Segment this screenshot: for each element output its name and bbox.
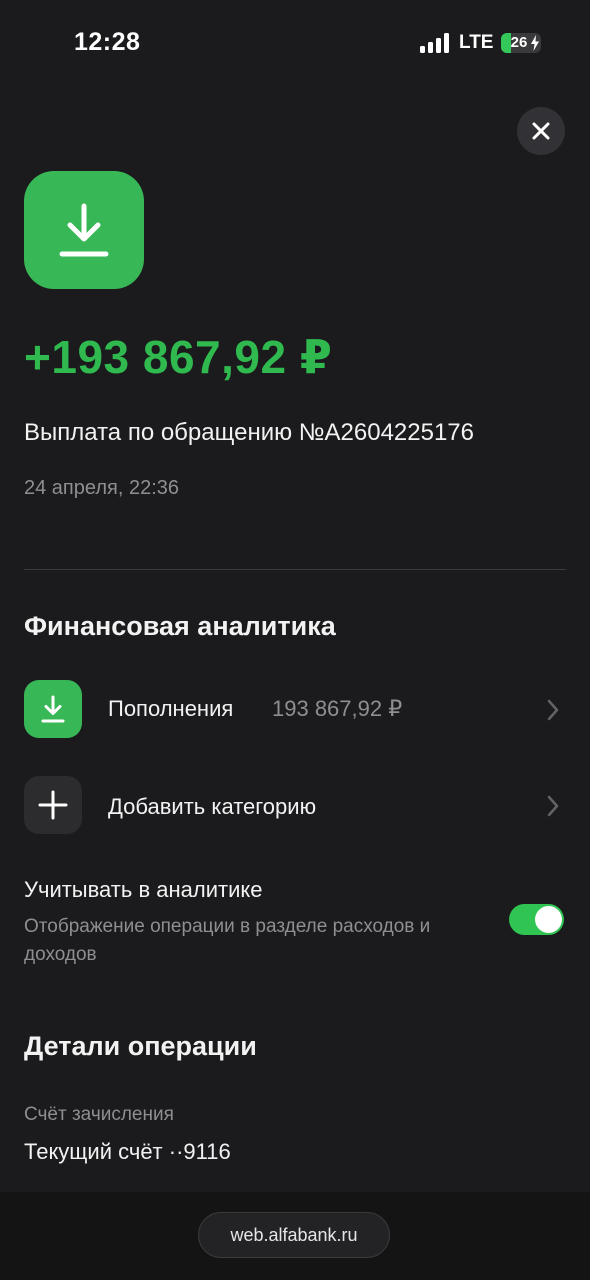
status-bar: 12:28 LTE 26: [0, 0, 590, 88]
status-time: 12:28: [74, 28, 141, 56]
analytics-toggle-subtitle: Отображение операции в разделе расходов …: [24, 916, 431, 965]
category-label: Пополнения: [108, 696, 234, 721]
account-label: Счёт зачисления: [24, 1104, 174, 1125]
transaction-type-icon: [24, 171, 144, 289]
close-button[interactable]: [517, 107, 565, 155]
download-icon: [41, 695, 65, 723]
transaction-date: 24 апреля, 22:36: [24, 477, 179, 499]
toggle-knob: [535, 906, 562, 933]
category-row-replenishment[interactable]: Пополнения 193 867,92 ₽: [24, 680, 566, 740]
plus-icon: [38, 790, 68, 820]
analytics-toggle-title: Учитывать в аналитике: [24, 877, 263, 902]
category-icon: [24, 680, 82, 738]
url-pill[interactable]: web.alfabank.ru: [198, 1212, 390, 1258]
divider: [24, 569, 566, 570]
analytics-section-title: Финансовая аналитика: [24, 611, 336, 641]
lightning-bolt-icon: [531, 35, 539, 51]
transaction-description: Выплата по обращению №A2604225176: [24, 419, 474, 446]
add-category-label: Добавить категорию: [108, 794, 317, 819]
details-section-title: Детали операции: [24, 1031, 257, 1061]
close-icon: [532, 122, 550, 140]
browser-url-bar: web.alfabank.ru: [0, 1192, 590, 1280]
chevron-right-icon: [547, 795, 559, 817]
battery-indicator: 26: [501, 33, 541, 53]
transaction-amount: +193 867,92 ₽: [24, 331, 333, 383]
add-category-row[interactable]: Добавить категорию: [24, 776, 566, 836]
category-value: 193 867,92 ₽: [272, 696, 403, 721]
network-type: LTE: [459, 32, 494, 53]
account-value: Текущий счёт ··9116: [24, 1139, 231, 1164]
chevron-right-icon: [547, 699, 559, 721]
analytics-toggle-switch[interactable]: [509, 904, 564, 935]
signal-bars-icon: [420, 33, 449, 53]
add-category-icon-tile: [24, 776, 82, 834]
download-icon: [59, 203, 109, 257]
